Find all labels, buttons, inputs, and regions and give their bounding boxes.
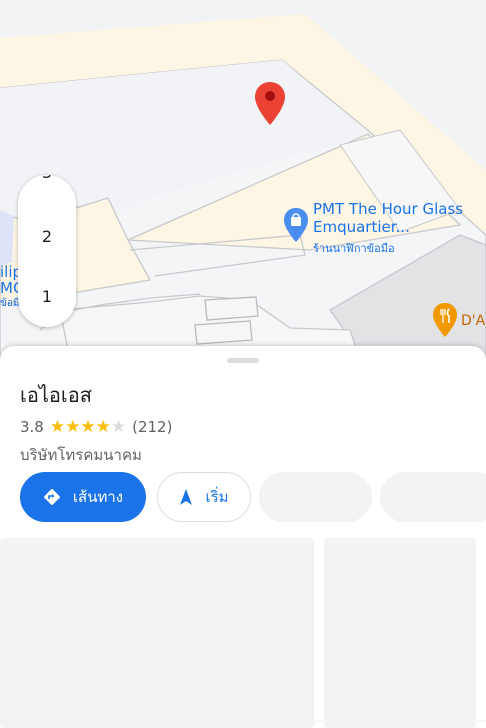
restaurant-label[interactable]: D'A (461, 313, 485, 329)
star-empty-icon: ★ (110, 416, 127, 437)
navigation-arrow-icon (179, 488, 193, 506)
floor-3-button[interactable]: 3 (18, 175, 76, 182)
star-filled-icon: ★ (65, 416, 81, 437)
restaurant-icon[interactable] (432, 302, 458, 340)
star-filled-icon: ★ (80, 416, 96, 437)
review-count: (212) (132, 418, 173, 436)
photo-placeholder[interactable] (324, 538, 476, 728)
rating-stars: ★ ★ ★ ★ ★ (49, 416, 127, 437)
star-filled-icon: ★ (95, 416, 111, 437)
floor-selector[interactable]: 3 2 1 (18, 175, 76, 327)
rating-row[interactable]: 3.8 ★ ★ ★ ★ ★ (212) (20, 416, 172, 438)
star-filled-icon: ★ (49, 416, 66, 437)
action-button-placeholder[interactable] (259, 472, 372, 522)
drag-handle[interactable] (227, 358, 259, 363)
rating-value: 3.8 (20, 418, 44, 436)
poi-name-label[interactable]: PMT The Hour Glass Emquartier... (313, 200, 486, 236)
directions-icon (43, 488, 61, 506)
start-navigation-button[interactable]: เริ่ม (157, 472, 251, 522)
location-pin-icon[interactable] (253, 80, 287, 128)
action-button-placeholder[interactable] (380, 472, 486, 522)
floor-1-button[interactable]: 1 (18, 287, 76, 306)
map-view[interactable]: PMT The Hour Glass Emquartier... ร้านนาฬ… (0, 0, 486, 360)
place-category: บริษัทโทรคมนาคม (20, 446, 142, 464)
start-label: เริ่ม (205, 488, 229, 506)
place-name: เอไอเอส (20, 383, 92, 407)
directions-label: เส้นทาง (72, 488, 124, 506)
directions-button[interactable]: เส้นทาง (20, 472, 146, 522)
place-details-sheet[interactable]: เอไอเอส 3.8 ★ ★ ★ ★ ★ (212) บริษัทโทรคมนาคม … (0, 346, 486, 728)
poi-category-label: ร้านนาฬิกาข้อมือ (313, 242, 395, 255)
floor-2-button[interactable]: 2 (18, 227, 76, 246)
shopping-bag-icon[interactable] (283, 207, 309, 245)
photo-placeholder[interactable] (0, 538, 314, 728)
